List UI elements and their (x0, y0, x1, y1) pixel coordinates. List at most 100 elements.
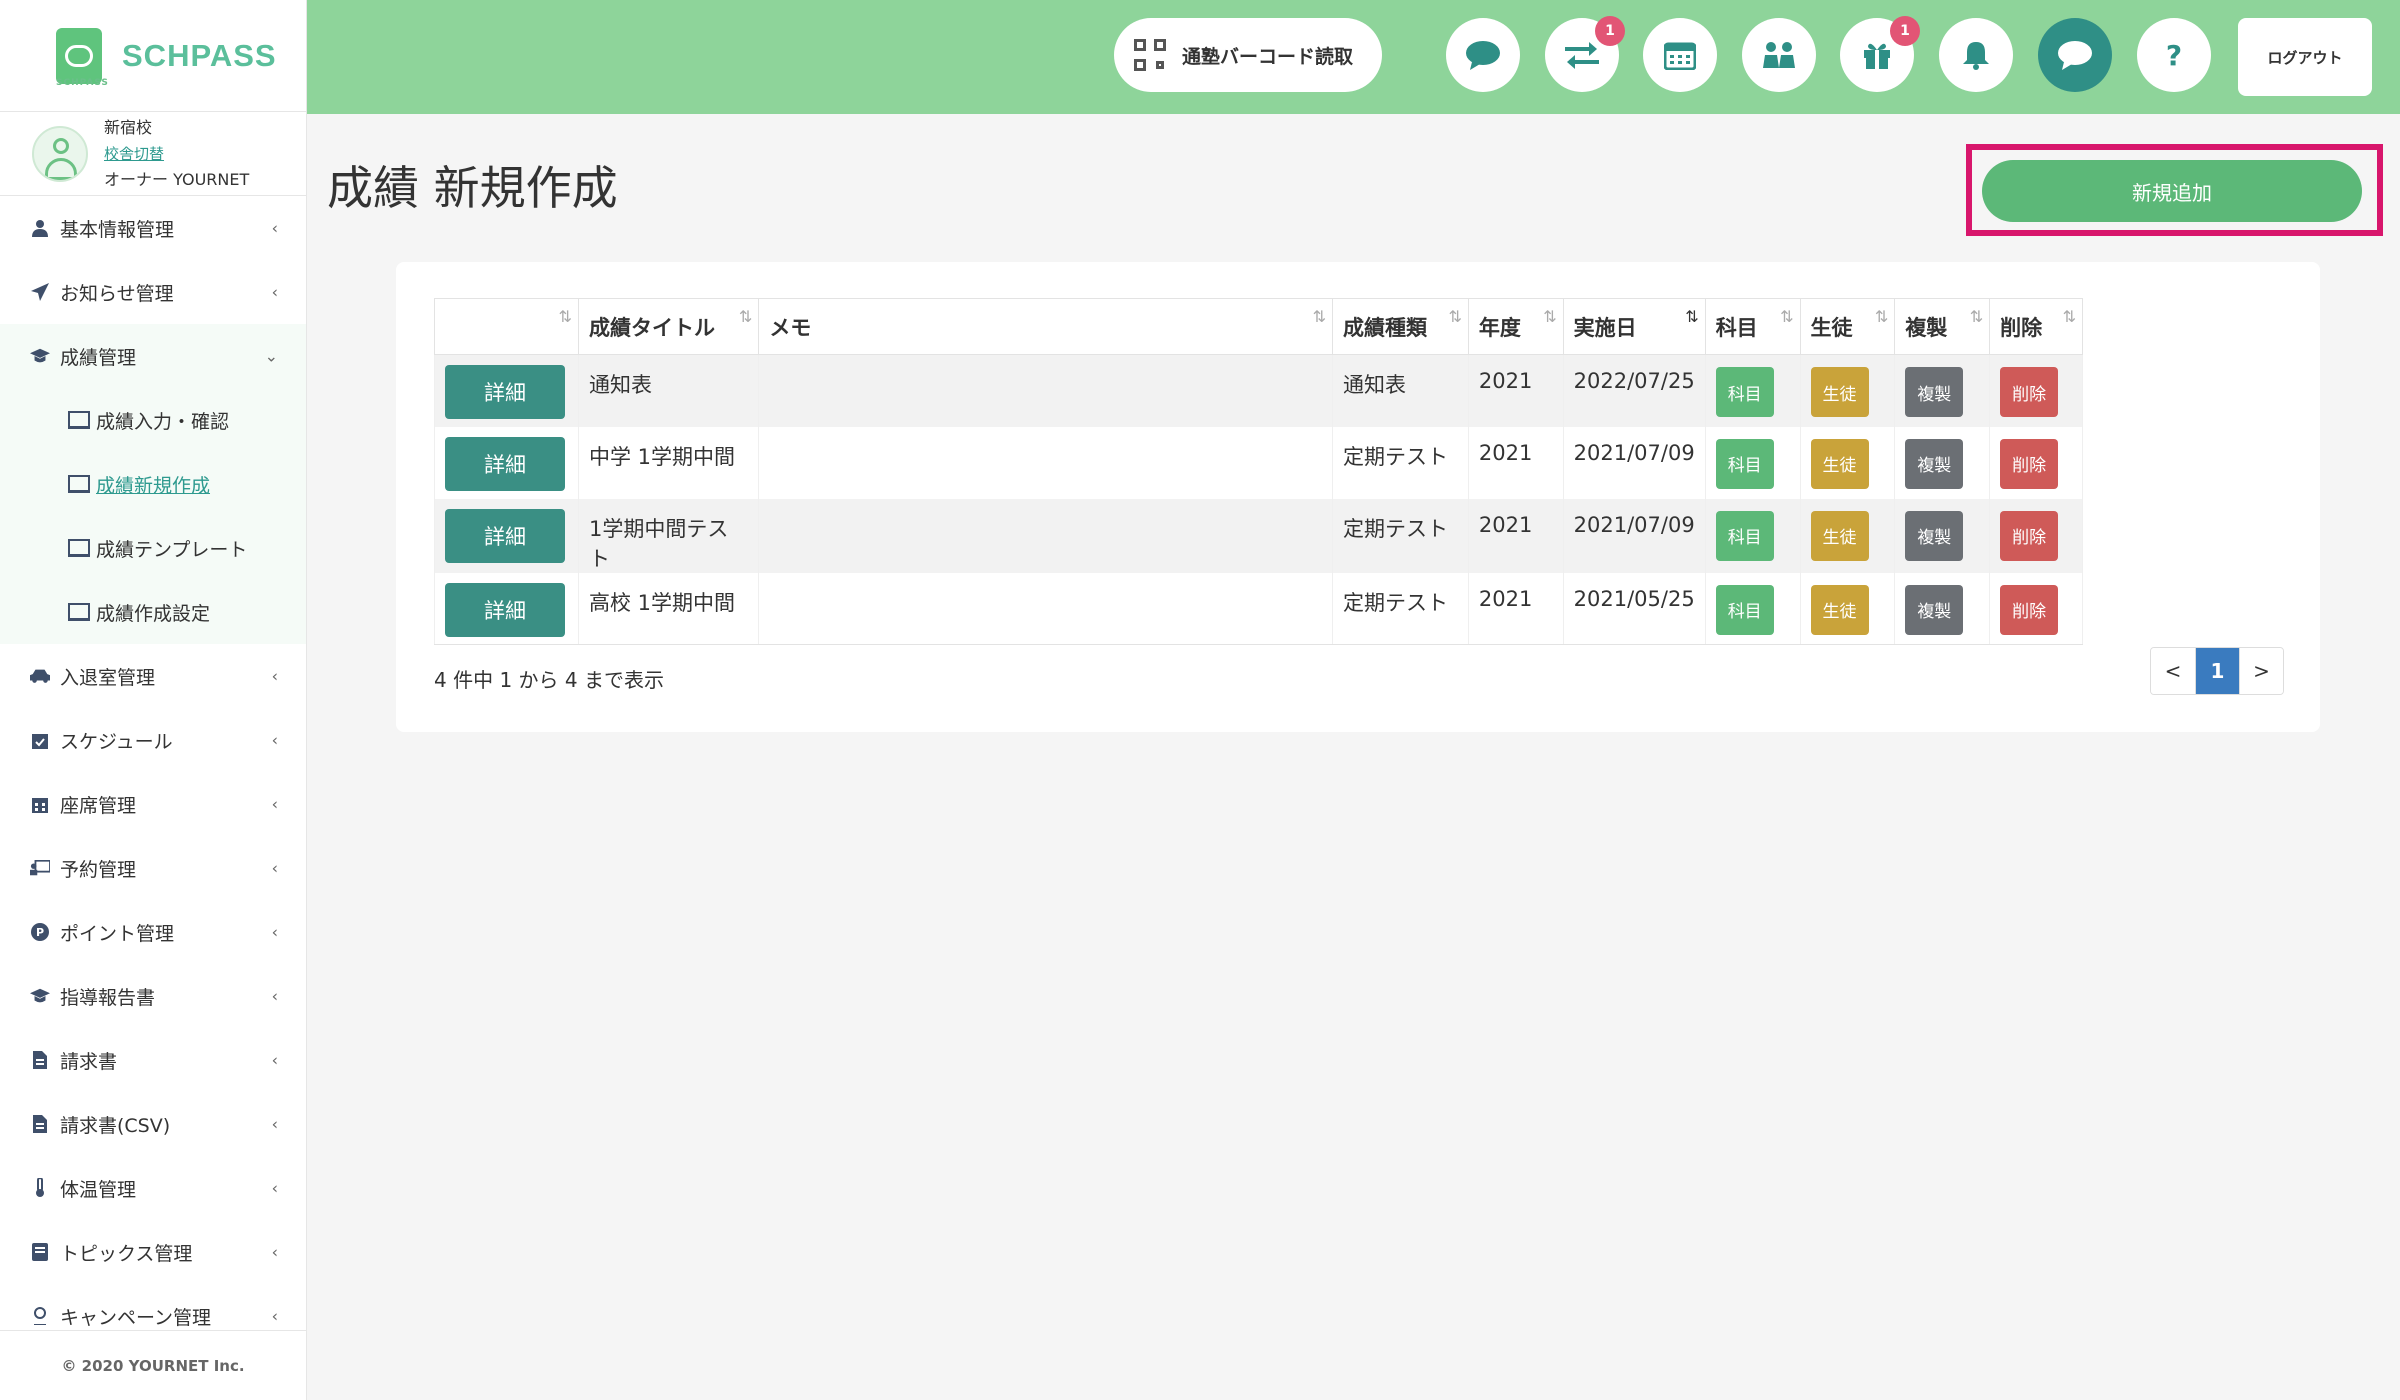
cell-type: 定期テスト (1332, 498, 1469, 573)
subject-button[interactable]: 科目 (1715, 367, 1774, 417)
sidebar-item-reports[interactable]: 指導報告書 ‹ (0, 964, 306, 1028)
subject-button[interactable]: 科目 (1715, 438, 1774, 489)
sidebar-item-news[interactable]: お知らせ管理 ‹ (0, 260, 306, 324)
prev-page-button[interactable]: < (2151, 648, 2195, 694)
detail-button[interactable]: 詳細 (445, 365, 565, 419)
delete-button[interactable]: 削除 (2000, 584, 2059, 635)
barcode-scan-button[interactable]: 通塾バーコード読取 (1114, 18, 1382, 92)
sidebar-item-label: 請求書(CSV) (60, 1114, 171, 1137)
sub-item-label: 成績作成設定 (96, 602, 211, 625)
sidebar-item-attendance[interactable]: 入退室管理 ‹ (0, 644, 306, 708)
copy-button[interactable]: 複製 (1905, 367, 1964, 417)
column-header-delete[interactable]: 削除 ⇅ (1989, 298, 2083, 355)
bell-icon (1963, 42, 1989, 70)
sort-icon: ⇅ (2062, 307, 2076, 326)
logo[interactable]: SCHPASS SCHPASS (0, 0, 306, 112)
cell-date: 2021/07/09 (1562, 498, 1706, 573)
notification-badge: 1 (1595, 16, 1625, 46)
chat-button[interactable] (1446, 18, 1520, 92)
transfer-button[interactable]: 1 (1545, 16, 1625, 92)
cell-date: 2022/07/25 (1562, 354, 1706, 427)
grades-card: ⇅ 成績タイトル ⇅ メモ ⇅ 成績種類 ⇅ 年度 ⇅ 実施日 ⇅ 科目 ⇅ 生徒 ⇅ 複製 ⇅… (396, 262, 2320, 732)
car-icon (30, 666, 50, 686)
notifications-button[interactable] (1939, 18, 2013, 92)
cell-year: 2021 (1467, 498, 1564, 573)
copy-button[interactable]: 複製 (1905, 438, 1964, 489)
invoice-icon (30, 1114, 50, 1134)
sidebar-item-schedule[interactable]: スケジュール ‹ (0, 708, 306, 772)
sidebar-item-seats[interactable]: 座席管理 ‹ (0, 772, 306, 836)
sidebar-item-temperature[interactable]: 体温管理 ‹ (0, 1156, 306, 1220)
laptop-icon (68, 475, 90, 493)
sidebar-item-grades[interactable]: 成績管理 ⌄ (0, 324, 306, 388)
gift-button[interactable]: 1 (1840, 16, 1920, 92)
sidebar-item-label: ポイント管理 (60, 922, 175, 945)
sub-item-label: 成績入力・確認 (96, 410, 230, 433)
sort-icon: ⇅ (1874, 307, 1888, 326)
student-button[interactable]: 生徒 (1810, 584, 1869, 635)
column-header-year[interactable]: 年度 ⇅ (1467, 298, 1564, 355)
column-header-action[interactable]: ⇅ (434, 298, 579, 355)
sidebar-item-label: トピックス管理 (60, 1242, 193, 1265)
sidebar: SCHPASS SCHPASS 新宿校 校舎切替 オーナー YOURNET 基本… (0, 0, 307, 1400)
detail-button[interactable]: 詳細 (445, 508, 565, 563)
sidebar-item-label: 予約管理 (60, 858, 137, 881)
sidebar-item-label: 入退室管理 (60, 666, 156, 689)
sub-item-grade-settings[interactable]: 成績作成設定 (0, 580, 306, 644)
sub-item-grade-create[interactable]: 成績新規作成 (0, 452, 306, 516)
subject-button[interactable]: 科目 (1715, 510, 1774, 561)
campus-switch-link[interactable]: 校舎切替 (104, 141, 249, 167)
sidebar-item-reservations[interactable]: 予約管理 ‹ (0, 836, 306, 900)
column-header-title[interactable]: 成績タイトル ⇅ (577, 298, 760, 355)
student-button[interactable]: 生徒 (1810, 438, 1869, 489)
cell-year: 2021 (1467, 426, 1564, 499)
copy-button[interactable]: 複製 (1905, 510, 1964, 561)
sort-icon: ⇅ (558, 307, 572, 326)
cell-date: 2021/07/09 (1562, 426, 1706, 499)
calendar-button[interactable] (1643, 18, 1717, 92)
copy-button[interactable]: 複製 (1905, 584, 1964, 635)
messages-button[interactable] (2038, 18, 2112, 92)
column-header-type[interactable]: 成績種類 ⇅ (1332, 298, 1469, 355)
column-header-memo[interactable]: メモ ⇅ (758, 298, 1334, 355)
delete-button[interactable]: 削除 (2000, 367, 2059, 417)
table-row: 詳細 高校 1学期中間 定期テスト 2021 2021/05/25 科目 生徒 … (434, 572, 2083, 645)
sort-icon: ⇅ (1543, 307, 1556, 326)
chevron-left-icon: ‹ (271, 1050, 278, 1070)
help-button[interactable]: ? (2137, 18, 2211, 92)
column-header-copy[interactable]: 複製 ⇅ (1894, 298, 1991, 355)
user-icon (30, 218, 50, 238)
detail-button[interactable]: 詳細 (445, 582, 565, 637)
chevron-left-icon: ‹ (271, 1242, 278, 1262)
add-new-button[interactable]: 新規追加 (1982, 160, 2362, 222)
student-button[interactable]: 生徒 (1810, 510, 1869, 561)
users-button[interactable] (1742, 18, 1816, 92)
copyright: © 2020 YOURNET Inc. (0, 1330, 306, 1400)
delete-button[interactable]: 削除 (2000, 438, 2059, 489)
chevron-left-icon: ‹ (271, 794, 278, 814)
sidebar-item-invoices-csv[interactable]: 請求書(CSV) ‹ (0, 1092, 306, 1156)
sub-item-grade-input[interactable]: 成績入力・確認 (0, 388, 306, 452)
subject-button[interactable]: 科目 (1715, 584, 1774, 635)
next-page-button[interactable]: > (2239, 648, 2283, 694)
sidebar-item-points[interactable]: P ポイント管理 ‹ (0, 900, 306, 964)
sub-item-grade-template[interactable]: 成績テンプレート (0, 516, 306, 580)
owner-name: オーナー YOURNET (104, 169, 250, 189)
campaign-icon (30, 1306, 50, 1326)
user-panel: 新宿校 校舎切替 オーナー YOURNET (0, 112, 306, 196)
sidebar-item-invoices[interactable]: 請求書 ‹ (0, 1028, 306, 1092)
detail-button[interactable]: 詳細 (445, 436, 565, 491)
notification-badge: 1 (1890, 16, 1920, 46)
cell-title: 通知表 (577, 354, 760, 427)
column-header-student[interactable]: 生徒 ⇅ (1799, 298, 1896, 355)
sidebar-item-topics[interactable]: トピックス管理 ‹ (0, 1220, 306, 1284)
student-button[interactable]: 生徒 (1810, 367, 1869, 417)
cell-year: 2021 (1467, 572, 1564, 645)
chevron-left-icon: ‹ (271, 1306, 278, 1326)
delete-button[interactable]: 削除 (2000, 510, 2059, 561)
sidebar-item-basic-info[interactable]: 基本情報管理 ‹ (0, 196, 306, 260)
column-header-date[interactable]: 実施日 ⇅ (1562, 298, 1706, 355)
logout-button[interactable]: ログアウト (2238, 18, 2372, 96)
column-header-subject[interactable]: 科目 ⇅ (1704, 298, 1801, 355)
page-number-button[interactable]: 1 (2195, 648, 2239, 694)
